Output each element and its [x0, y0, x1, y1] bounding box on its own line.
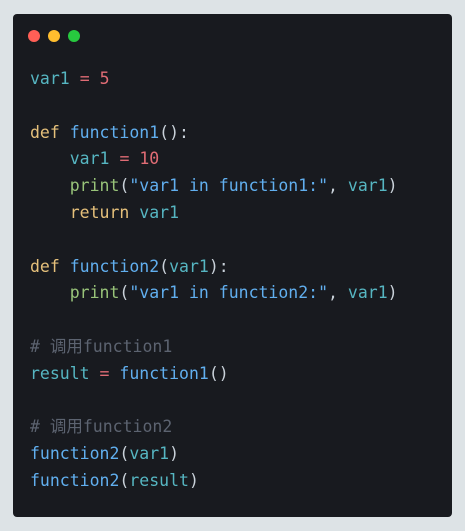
code-line: function2(var1) [30, 441, 398, 468]
code-line: print("var1 in function2:", var1) [30, 280, 398, 307]
code-token: var1 [129, 444, 170, 464]
code-token: function1 [69, 122, 160, 142]
code-line: def function2(var1): [30, 254, 398, 281]
code-line: # 调用function2 [30, 414, 398, 441]
window-titlebar [13, 14, 452, 58]
code-token: = [79, 69, 90, 88]
code-line: var1 = 5 [30, 66, 398, 93]
code-token: ): [208, 256, 229, 276]
code-token: (): [159, 122, 189, 142]
code-token: function2 [30, 470, 120, 490]
code-token: ( [119, 283, 130, 303]
code-token: var1 [69, 149, 110, 169]
code-block[interactable]: var1 = 5 def function1(): var1 = 10 prin… [30, 66, 398, 495]
code-token: function2 [30, 444, 120, 464]
code-token: function1 [119, 363, 209, 383]
code-token: ( [119, 470, 130, 490]
code-token: = [99, 363, 110, 383]
code-token: ( [119, 444, 130, 464]
code-token: var1 [347, 176, 388, 196]
code-token: var1 [169, 256, 209, 276]
code-token: , [328, 176, 348, 196]
code-token: "var1 in function2:" [129, 283, 329, 303]
code-line: def function1(): [30, 120, 398, 147]
maximize-button[interactable] [68, 30, 80, 42]
code-token: # 调用function1 [30, 336, 173, 356]
code-token: ) [387, 283, 398, 303]
code-line: function2(result) [30, 468, 398, 495]
code-line: result = function1() [30, 361, 398, 388]
code-token: return [69, 202, 130, 222]
minimize-button[interactable] [48, 30, 60, 42]
code-token: var1 [30, 69, 70, 88]
code-token: , [328, 283, 348, 303]
code-token: ( [119, 176, 130, 196]
code-token: 5 [99, 69, 110, 88]
code-token: result [129, 470, 189, 490]
code-token: ) [387, 176, 398, 196]
code-token: result [30, 363, 90, 383]
code-token: ) [169, 444, 180, 464]
code-token: function2 [69, 256, 160, 276]
code-token: # 调用function2 [30, 417, 173, 437]
code-token: var1 [139, 202, 180, 222]
code-window: var1 = 5 def function1(): var1 = 10 prin… [13, 14, 452, 517]
code-token: print [69, 176, 120, 196]
code-token: () [208, 363, 229, 383]
code-token: def [30, 256, 60, 276]
code-token: "var1 in function1:" [129, 176, 329, 196]
code-token: var1 [347, 283, 388, 303]
code-token: def [30, 122, 60, 142]
code-token: ( [159, 256, 170, 276]
code-token: ) [188, 470, 199, 490]
code-line: # 调用function1 [30, 334, 398, 361]
code-line: return var1 [30, 200, 398, 227]
code-line: var1 = 10 [30, 146, 398, 173]
code-token: = [119, 149, 130, 169]
close-button[interactable] [28, 30, 40, 42]
code-line: print("var1 in function1:", var1) [30, 173, 398, 200]
code-token: 10 [139, 149, 160, 169]
code-token: print [69, 283, 120, 303]
